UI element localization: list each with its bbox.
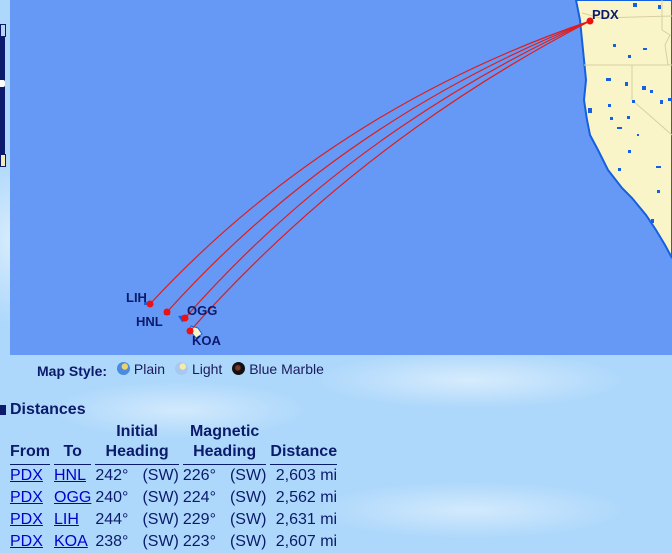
magnetic-direction: (SW) (229, 467, 267, 484)
magnetic-heading: 229° (182, 511, 216, 528)
link-from-pdx[interactable]: PDX (10, 533, 43, 550)
map-style-selector: Map Style: Plain Light Blue Marble (37, 361, 330, 379)
airport-marker-lih[interactable] (146, 300, 154, 308)
table-row: PDX LIH 244° (SW) 229° (SW) 2,631 mi (10, 509, 337, 531)
initial-heading: 242° (95, 467, 129, 484)
table-row: PDX KOA 238° (SW) 223° (SW) 2,607 mi (10, 531, 337, 553)
distances-section-header[interactable]: Distances (0, 401, 86, 419)
route-pdx-koa (189, 20, 591, 332)
magnetic-heading: 224° (182, 489, 216, 506)
distance-value: 2,631 mi (275, 511, 338, 528)
airport-label-koa: KOA (192, 333, 221, 348)
table-row: PDX HNL 242° (SW) 226° (SW) 2,603 mi (10, 465, 337, 487)
map-style-plain[interactable]: Plain (116, 361, 165, 377)
zoom-in-icon[interactable] (0, 24, 6, 37)
link-from-pdx[interactable]: PDX (10, 511, 43, 528)
magnetic-heading: 226° (182, 467, 216, 484)
land-west-coast (574, 0, 672, 259)
link-to-koa[interactable]: KOA (54, 533, 88, 550)
route-pdx-ogg (184, 20, 591, 319)
header-from: From (10, 422, 50, 465)
header-distance: Distance (270, 422, 338, 465)
map-style-light[interactable]: Light (174, 361, 222, 377)
table-row: PDX OGG 240° (SW) 224° (SW) 2,562 mi (10, 487, 337, 509)
magnetic-direction: (SW) (229, 533, 267, 550)
header-magnetic-heading: Magnetic Heading (182, 422, 267, 465)
airport-marker-hnl[interactable] (163, 308, 171, 316)
initial-direction: (SW) (142, 489, 179, 506)
header-to: To (54, 422, 92, 465)
distance-value: 2,562 mi (275, 489, 338, 506)
magnetic-direction: (SW) (229, 489, 267, 506)
airport-label-pdx: PDX (592, 7, 619, 22)
map-style-label: Map Style: (37, 362, 108, 379)
collapse-icon[interactable] (0, 405, 6, 415)
route-map[interactable]: PDX LIH HNL OGG KOA (10, 0, 672, 355)
map-canvas (144, 0, 672, 339)
zoom-slider-handle[interactable] (0, 80, 5, 87)
magnetic-direction: (SW) (229, 511, 267, 528)
distances-table: From To Initial Heading Magnetic Heading D… (6, 422, 341, 553)
airport-label-ogg: OGG (187, 303, 218, 318)
zoom-out-icon[interactable] (0, 154, 6, 167)
link-to-lih[interactable]: LIH (54, 511, 79, 528)
initial-direction: (SW) (142, 511, 179, 528)
distances-title: Distances (10, 401, 86, 418)
magnetic-heading: 223° (182, 533, 216, 550)
link-from-pdx[interactable]: PDX (10, 489, 43, 506)
distance-value: 2,607 mi (275, 533, 338, 550)
header-initial-heading: Initial Heading (95, 422, 179, 465)
airport-label-lih: LIH (126, 290, 147, 305)
initial-heading: 240° (95, 489, 129, 506)
distance-value: 2,603 mi (275, 467, 338, 484)
link-from-pdx[interactable]: PDX (10, 467, 43, 484)
globe-blue-marble-icon (232, 361, 246, 375)
link-to-hnl[interactable]: HNL (54, 467, 86, 484)
link-to-ogg[interactable]: OGG (54, 489, 91, 506)
globe-plain-icon (116, 361, 130, 375)
globe-light-icon (174, 361, 188, 375)
initial-heading: 238° (95, 533, 129, 550)
route-lines (149, 20, 591, 332)
zoom-slider-track[interactable] (0, 24, 5, 167)
initial-direction: (SW) (142, 533, 179, 550)
airport-label-hnl: HNL (136, 314, 163, 329)
map-style-blue-marble[interactable]: Blue Marble (232, 361, 324, 377)
initial-direction: (SW) (142, 467, 179, 484)
initial-heading: 244° (95, 511, 129, 528)
